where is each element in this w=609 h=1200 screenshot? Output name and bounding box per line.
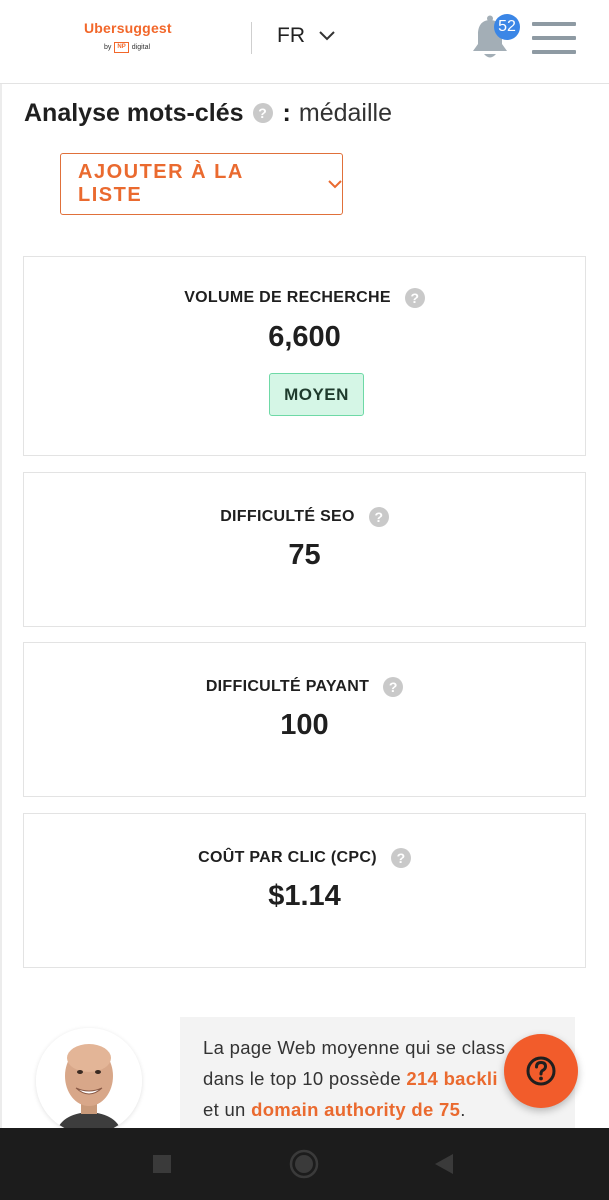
card-label: VOLUME DE RECHERCHE — [184, 289, 391, 306]
hamburger-menu-icon[interactable] — [532, 20, 576, 56]
question-mark-icon[interactable]: ? — [368, 507, 389, 527]
tip-line-1: La page Web moyenne qui se class — [203, 1037, 506, 1058]
logo-byline: by NP digital — [104, 42, 150, 53]
chevron-down-icon — [319, 31, 335, 41]
cpc-card: COÛT PAR CLIC (CPC) ? $1.14 — [23, 813, 586, 968]
card-value: 75 — [288, 539, 321, 571]
page-title: Analyse mots-clés — [24, 98, 244, 127]
back-button[interactable] — [414, 1128, 474, 1200]
question-mark-icon[interactable]: ? — [252, 103, 273, 123]
card-value: 100 — [280, 709, 329, 741]
square-icon — [153, 1155, 171, 1173]
question-mark-icon[interactable]: ? — [390, 848, 411, 868]
keyword-text: médaille — [298, 98, 392, 127]
help-button[interactable] — [504, 1034, 578, 1108]
language-selector[interactable]: FR — [277, 22, 335, 50]
system-navigation-bar — [0, 1128, 609, 1200]
card-value: $1.14 — [268, 880, 341, 912]
ubersuggest-logo[interactable]: Ubersuggest by NP digital — [84, 18, 184, 58]
avatar — [36, 1028, 142, 1134]
question-mark-icon — [526, 1056, 556, 1086]
card-label-row: VOLUME DE RECHERCHE ? — [24, 288, 585, 308]
backlinks-link[interactable]: 214 backli — [406, 1068, 497, 1089]
logo-wordmark: Ubersuggest — [84, 20, 172, 36]
tip-line-3: et un — [203, 1099, 252, 1120]
card-label-row: DIFFICULTÉ PAYANT ? — [24, 677, 585, 697]
tip-line-2: dans le top 10 possède — [203, 1068, 407, 1089]
paid-difficulty-card: DIFFICULTÉ PAYANT ? 100 — [23, 642, 586, 797]
card-label: COÛT PAR CLIC (CPC) — [198, 849, 377, 866]
card-value: 6,600 — [268, 321, 341, 353]
circle-icon — [289, 1149, 319, 1179]
triangle-back-icon — [435, 1154, 453, 1174]
domain-authority-link[interactable]: domain authority de 75 — [251, 1099, 460, 1120]
np-mark: NP — [114, 42, 129, 53]
card-label: DIFFICULTÉ SEO — [220, 508, 355, 525]
page-heading: Analyse mots-clés ? : médaille — [24, 96, 392, 130]
person-illustration — [36, 1028, 142, 1134]
home-button[interactable] — [274, 1128, 334, 1200]
question-mark-icon[interactable]: ? — [404, 288, 425, 308]
add-to-list-button[interactable]: AJOUTER À LA LISTE — [60, 153, 343, 215]
content-left-border — [0, 84, 2, 1128]
seo-difficulty-card: DIFFICULTÉ SEO ? 75 — [23, 472, 586, 627]
chevron-down-icon — [328, 179, 342, 188]
question-mark-icon[interactable]: ? — [383, 677, 404, 697]
header-divider — [251, 22, 252, 54]
card-label: DIFFICULTÉ PAYANT — [205, 678, 370, 695]
top-bar: Ubersuggest by NP digital FR 52 — [0, 0, 609, 84]
search-volume-card: VOLUME DE RECHERCHE ? 6,600 MOYEN — [23, 256, 586, 456]
card-label-row: COÛT PAR CLIC (CPC) ? — [24, 848, 585, 868]
add-to-list-label: AJOUTER À LA LISTE — [78, 161, 244, 206]
tip-period: . — [460, 1099, 466, 1120]
title-separator: : — [282, 98, 291, 127]
logo-by-text: by — [104, 44, 112, 51]
card-label-row: DIFFICULTÉ SEO ? — [24, 507, 585, 527]
recents-button[interactable] — [132, 1128, 192, 1200]
volume-level-badge: MOYEN — [269, 373, 364, 416]
notification-count-badge: 52 — [494, 14, 520, 40]
logo-digital-text: digital — [131, 44, 151, 51]
language-label: FR — [277, 24, 305, 47]
